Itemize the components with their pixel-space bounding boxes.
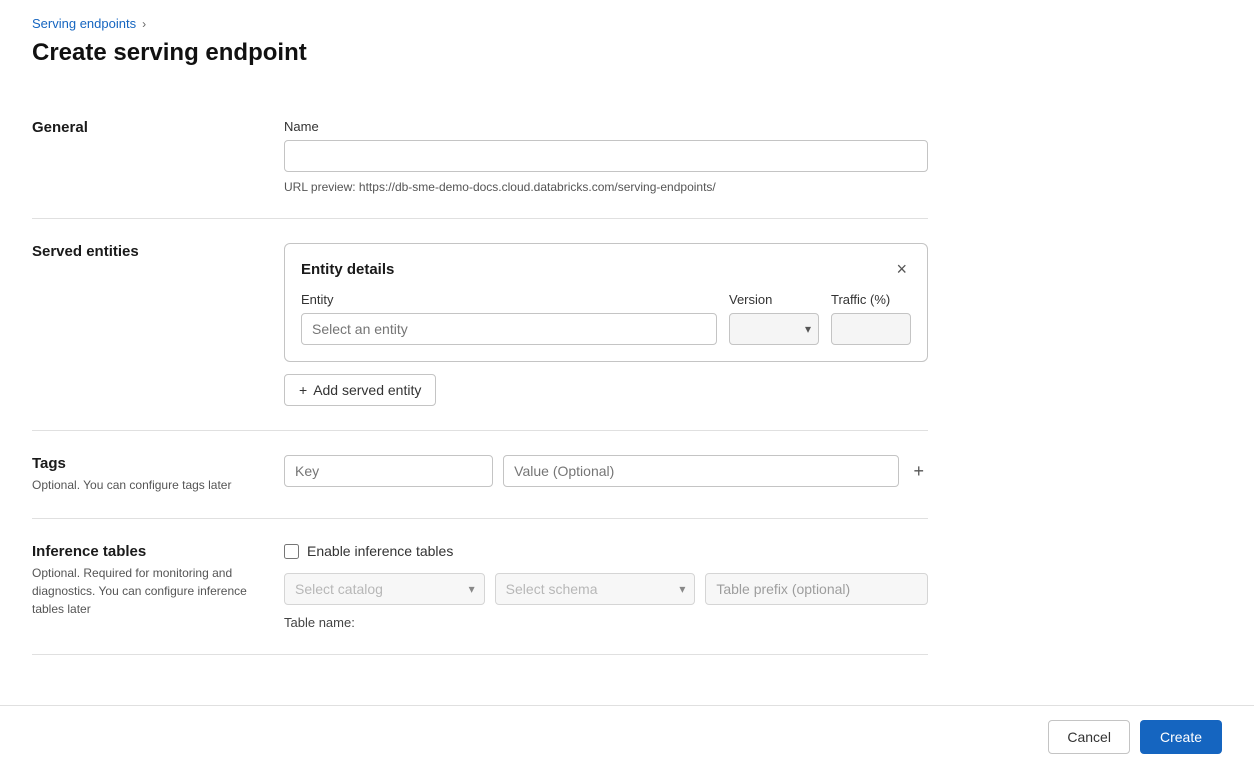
catalog-select[interactable]: Select catalog bbox=[284, 573, 485, 605]
tags-row: + bbox=[284, 455, 928, 487]
catalog-select-wrapper: Select catalog bbox=[284, 573, 485, 605]
served-entities-content: Entity details × Entity Version bbox=[284, 243, 928, 406]
entity-fields-row: Entity Version Traffic (%) 100 bbox=[301, 292, 911, 345]
table-name-label: Table name: bbox=[284, 615, 355, 630]
general-content: Name URL preview: https://db-sme-demo-do… bbox=[284, 119, 928, 194]
breadcrumb-link[interactable]: Serving endpoints bbox=[32, 16, 136, 31]
inference-tables-desc: Optional. Required for monitoring and di… bbox=[32, 564, 252, 618]
tags-section-label: Tags Optional. You can configure tags la… bbox=[32, 455, 252, 494]
version-select-wrapper bbox=[729, 313, 819, 345]
url-preview: URL preview: https://db-sme-demo-docs.cl… bbox=[284, 180, 928, 194]
served-entities-title: Served entities bbox=[32, 243, 252, 260]
inference-tables-content: Enable inference tables Select catalog S… bbox=[284, 543, 928, 630]
page-title: Create serving endpoint bbox=[32, 39, 928, 67]
url-preview-label: URL preview: bbox=[284, 180, 356, 194]
version-field-label: Version bbox=[729, 292, 819, 307]
traffic-field: Traffic (%) 100 bbox=[831, 292, 911, 345]
enable-inference-checkbox[interactable] bbox=[284, 544, 299, 559]
traffic-field-label: Traffic (%) bbox=[831, 292, 911, 307]
name-label: Name bbox=[284, 119, 928, 134]
schema-select-wrapper: Select schema bbox=[495, 573, 696, 605]
general-title: General bbox=[32, 119, 252, 136]
table-prefix-input[interactable] bbox=[705, 573, 928, 605]
tag-value-input[interactable] bbox=[503, 455, 899, 487]
traffic-input[interactable]: 100 bbox=[831, 313, 911, 345]
entity-select-input[interactable] bbox=[301, 313, 717, 345]
schema-select[interactable]: Select schema bbox=[495, 573, 696, 605]
enable-inference-label: Enable inference tables bbox=[307, 543, 453, 559]
footer-bar: Cancel Create bbox=[0, 705, 1254, 768]
breadcrumb-chevron-icon: › bbox=[142, 17, 146, 31]
inference-selects-row: Select catalog Select schema bbox=[284, 573, 928, 605]
entity-close-button[interactable]: × bbox=[892, 260, 911, 278]
tags-title: Tags bbox=[32, 455, 252, 472]
create-button[interactable]: Create bbox=[1140, 720, 1222, 754]
version-select[interactable] bbox=[729, 313, 819, 345]
version-field: Version bbox=[729, 292, 819, 345]
tags-desc: Optional. You can configure tags later bbox=[32, 476, 252, 494]
general-section-label: General bbox=[32, 119, 252, 194]
served-entities-label: Served entities bbox=[32, 243, 252, 406]
tags-section: Tags Optional. You can configure tags la… bbox=[32, 431, 928, 519]
add-served-entity-button[interactable]: + Add served entity bbox=[284, 374, 436, 406]
inference-tables-title: Inference tables bbox=[32, 543, 252, 560]
general-section: General Name URL preview: https://db-sme… bbox=[32, 95, 928, 219]
entity-details-title: Entity details bbox=[301, 261, 394, 278]
enable-inference-row: Enable inference tables bbox=[284, 543, 928, 559]
tags-content: + bbox=[284, 455, 928, 494]
entity-details-card: Entity details × Entity Version bbox=[284, 243, 928, 362]
entity-field-label: Entity bbox=[301, 292, 717, 307]
breadcrumb: Serving endpoints › bbox=[32, 16, 928, 31]
add-icon: + bbox=[299, 382, 307, 398]
inference-tables-label: Inference tables Optional. Required for … bbox=[32, 543, 252, 630]
url-preview-value: https://db-sme-demo-docs.cloud.databrick… bbox=[359, 180, 716, 194]
served-entities-section: Served entities Entity details × Entity … bbox=[32, 219, 928, 431]
cancel-button[interactable]: Cancel bbox=[1048, 720, 1130, 754]
inference-tables-section: Inference tables Optional. Required for … bbox=[32, 519, 928, 655]
tag-key-input[interactable] bbox=[284, 455, 493, 487]
entity-field: Entity bbox=[301, 292, 717, 345]
entity-card-header: Entity details × bbox=[301, 260, 911, 278]
name-input[interactable] bbox=[284, 140, 928, 172]
add-served-entity-label: Add served entity bbox=[313, 382, 421, 398]
tag-add-button[interactable]: + bbox=[909, 457, 928, 486]
table-name-row: Table name: bbox=[284, 615, 928, 630]
